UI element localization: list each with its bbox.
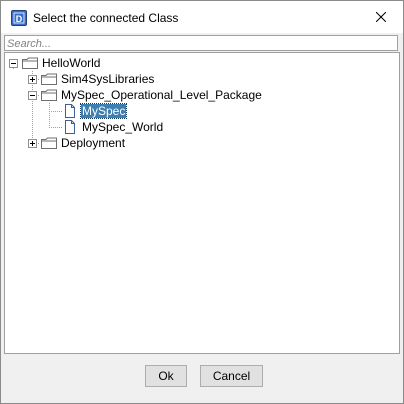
folder-icon xyxy=(41,137,57,149)
class-tree[interactable]: HelloWorld Sim4SysLibraries MySpec_Opera… xyxy=(4,52,400,354)
folder-icon xyxy=(22,57,38,69)
tree-node-label: MySpec xyxy=(79,103,128,119)
tree-node-label: HelloWorld xyxy=(42,56,101,70)
expand-toggle-sim4syslibraries[interactable] xyxy=(28,75,37,84)
tree-node-label: MySpec_Operational_Level_Package xyxy=(61,88,262,102)
dialog-title: Select the connected Class xyxy=(33,11,179,25)
tree-node-myspec-world[interactable]: MySpec_World xyxy=(63,119,164,135)
button-bar: Ok Cancel xyxy=(1,355,403,403)
collapse-toggle-operational-package[interactable] xyxy=(28,91,37,100)
ok-button[interactable]: Ok xyxy=(145,365,187,387)
expand-toggle-deployment[interactable] xyxy=(28,139,37,148)
tree-node-root[interactable]: HelloWorld xyxy=(21,55,101,71)
title-bar: D Select the connected Class xyxy=(1,1,403,33)
close-button[interactable] xyxy=(359,1,403,33)
app-logo-icon: D xyxy=(11,10,27,26)
close-icon xyxy=(376,12,386,22)
tree-node-deployment[interactable]: Deployment xyxy=(40,135,126,151)
svg-text:D: D xyxy=(16,14,23,24)
tree-node-myspec[interactable]: MySpec xyxy=(63,103,128,119)
search-input[interactable] xyxy=(5,37,397,51)
cancel-button[interactable]: Cancel xyxy=(200,365,263,387)
tree-node-operational-package[interactable]: MySpec_Operational_Level_Package xyxy=(40,87,263,103)
tree-node-label: MySpec_World xyxy=(82,120,164,134)
tree-node-label: Sim4SysLibraries xyxy=(61,72,155,86)
class-document-icon xyxy=(65,120,75,134)
tree-node-sim4syslibraries[interactable]: Sim4SysLibraries xyxy=(40,71,155,87)
class-document-icon xyxy=(65,104,75,118)
search-box xyxy=(4,35,398,51)
folder-icon xyxy=(41,73,57,85)
folder-icon xyxy=(41,89,57,101)
dialog-window: D Select the connected Class Search... H… xyxy=(0,0,404,404)
tree-node-label: Deployment xyxy=(61,136,126,150)
collapse-toggle-helloworld[interactable] xyxy=(9,59,18,68)
